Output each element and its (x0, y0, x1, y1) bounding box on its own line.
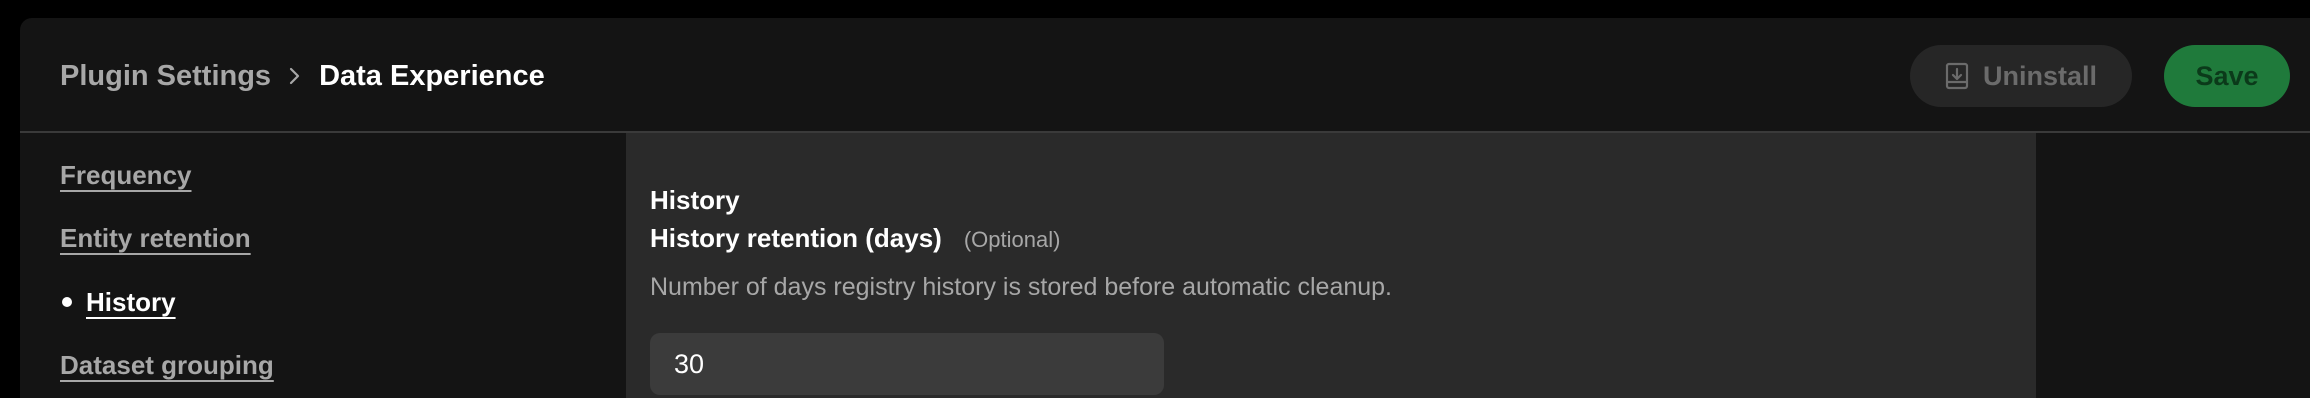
sidebar-item-dataset-grouping[interactable]: Dataset grouping (60, 347, 274, 383)
sidebar-item-label: Frequency (60, 159, 192, 190)
section-title: History (650, 185, 740, 215)
uninstall-icon (1945, 62, 1969, 90)
save-button[interactable]: Save (2164, 45, 2290, 107)
save-label: Save (2195, 60, 2259, 91)
breadcrumb-parent-link[interactable]: Plugin Settings (60, 60, 271, 93)
sidebar-item-frequency[interactable]: Frequency (60, 157, 192, 193)
optional-tag: (Optional) (963, 227, 1061, 252)
active-bullet-icon (62, 297, 72, 307)
settings-sidebar: Frequency Entity retention History Datas… (60, 133, 600, 398)
top-bar: Plugin Settings Data Experience Uninstal… (20, 18, 2310, 133)
sidebar-item-label: Dataset grouping (60, 349, 274, 380)
sidebar-item-history[interactable]: History (60, 284, 176, 320)
chevron-right-icon (289, 67, 301, 85)
breadcrumb: Plugin Settings Data Experience (60, 58, 545, 94)
history-retention-input[interactable] (650, 333, 1164, 395)
uninstall-label: Uninstall (1982, 60, 2097, 91)
sidebar-item-entity-retention[interactable]: Entity retention (60, 220, 251, 256)
field-label-row: History retention (days) (Optional) (650, 223, 1060, 254)
sidebar-item-label: History (86, 286, 176, 317)
sidebar-item-label: Entity retention (60, 222, 251, 253)
app-window: Plugin Settings Data Experience Uninstal… (20, 18, 2310, 398)
uninstall-button[interactable]: Uninstall (1910, 45, 2132, 107)
settings-panel: History History retention (days) (Option… (626, 133, 2036, 398)
breadcrumb-current: Data Experience (319, 59, 545, 92)
field-description: Number of days registry history is store… (650, 273, 1393, 301)
field-label: History retention (days) (650, 223, 942, 253)
